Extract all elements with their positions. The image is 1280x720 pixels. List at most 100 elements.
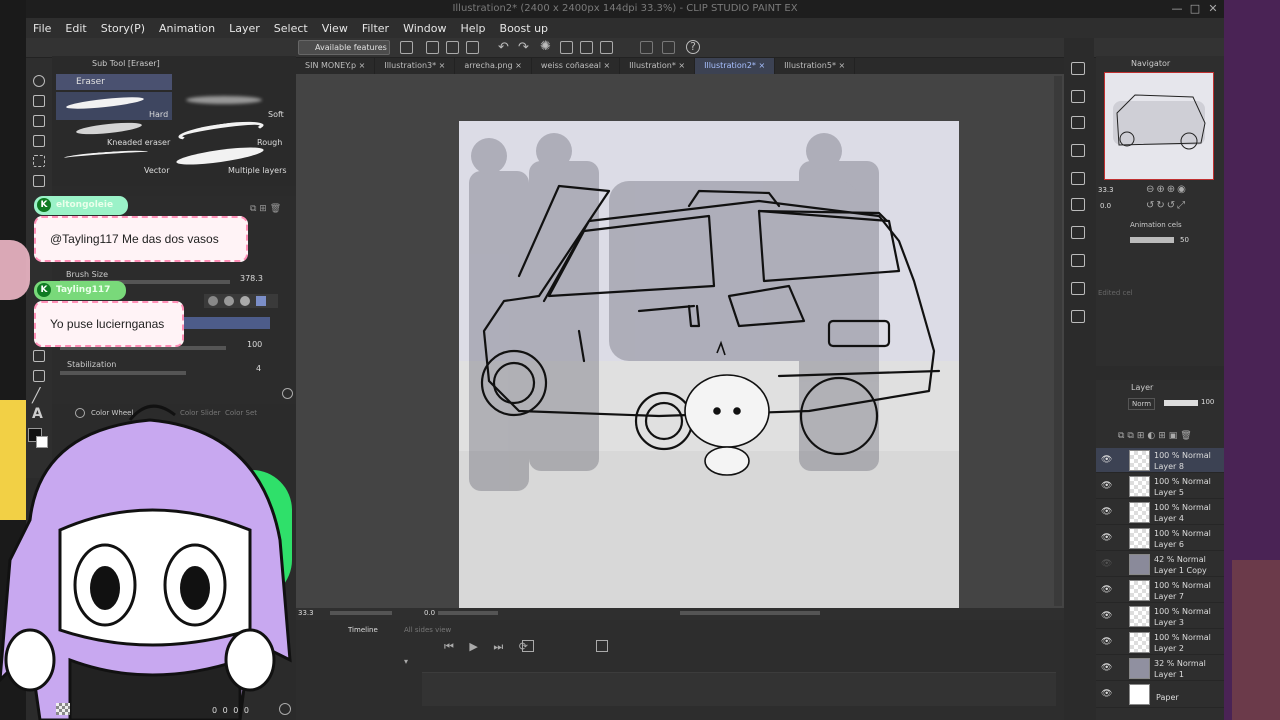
hardness-value[interactable]: 100 — [247, 340, 262, 349]
clear-icon[interactable] — [560, 41, 573, 54]
layer-row-7[interactable]: 👁 100 % Normal Layer 3 — [1096, 604, 1224, 629]
redo-icon[interactable]: ↷ — [518, 40, 529, 55]
eye-icon[interactable]: 👁 — [1101, 507, 1112, 517]
brush-tip-2[interactable] — [224, 296, 234, 306]
menu-animation[interactable]: Animation — [152, 22, 222, 35]
close-button[interactable]: ✕ — [1204, 0, 1222, 18]
eye-icon[interactable]: 👁 — [1101, 637, 1112, 647]
timeline-controls[interactable]: ⏮ ▶ ⏭ ⟳ — [444, 640, 534, 654]
auto-select-tool-icon[interactable] — [33, 175, 45, 187]
panel-icon-4[interactable] — [1071, 144, 1085, 157]
brush-size-value[interactable]: 378.3 — [240, 274, 263, 283]
brush-density-bar[interactable] — [180, 317, 270, 329]
onion-skin-opacity[interactable]: 50 — [1180, 236, 1189, 244]
menu-layer[interactable]: Layer — [222, 22, 267, 35]
eye-icon[interactable]: 👁 — [1101, 533, 1112, 543]
layer-row-6[interactable]: 👁 100 % Normal Layer 7 — [1096, 578, 1224, 603]
move-layer-tool-icon[interactable] — [33, 135, 45, 147]
layer-row-3[interactable]: 👁 100 % Normal Layer 4 — [1096, 500, 1224, 525]
tab-illustration5[interactable]: Illustration5* × — [775, 58, 856, 74]
eye-icon[interactable]: 👁 — [1101, 455, 1112, 465]
panel-icon-6[interactable] — [1071, 198, 1085, 211]
deselect-icon[interactable] — [640, 41, 653, 54]
canvas-vertical-scrollbar[interactable] — [1054, 76, 1062, 606]
menu-select[interactable]: Select — [267, 22, 315, 35]
eye-icon[interactable]: 👁 — [1101, 689, 1112, 699]
sub-tool-group-eraser[interactable]: Eraser — [56, 74, 172, 90]
layer-row-8[interactable]: 👁 100 % Normal Layer 2 — [1096, 630, 1224, 655]
new-file-icon[interactable] — [426, 41, 439, 54]
brush-tip-1[interactable] — [208, 296, 218, 306]
stabilization-value[interactable]: 4 — [256, 364, 261, 373]
eye-icon[interactable]: 👁 — [1101, 481, 1112, 491]
hand-tool-icon[interactable] — [33, 95, 45, 107]
menu-story[interactable]: Story(P) — [94, 22, 152, 35]
canvas-horizontal-scrollbar[interactable] — [680, 611, 820, 615]
open-icon[interactable] — [446, 41, 459, 54]
status-zoom-slider[interactable] — [330, 611, 392, 615]
timeline-track[interactable] — [422, 672, 1056, 706]
undo-icon[interactable]: ↶ — [498, 40, 509, 55]
layer-actions[interactable]: ⧉⧉⊞◐⊞▣🗑 — [1118, 431, 1195, 441]
navigator-rotation[interactable]: 0.0 — [1100, 202, 1111, 210]
panel-icon-2[interactable] — [1071, 90, 1085, 103]
stabilization-slider[interactable] — [60, 371, 186, 375]
panel-icon-3[interactable] — [1071, 116, 1085, 129]
tool-property-settings-icon[interactable] — [282, 388, 293, 399]
transparency-icon[interactable] — [56, 703, 70, 715]
operation-tool-icon[interactable] — [33, 115, 45, 127]
status-zoom[interactable]: 33.3 — [298, 609, 314, 617]
panel-icon-7[interactable] — [1071, 226, 1085, 239]
menu-filter[interactable]: Filter — [355, 22, 396, 35]
fill-tool-icon[interactable] — [33, 350, 45, 362]
gradient-tool-icon[interactable] — [33, 370, 45, 382]
navigator-rotate-controls[interactable]: ↺↻↺⤢ — [1146, 200, 1187, 211]
layer-opacity-value[interactable]: 100 — [1201, 398, 1214, 406]
tab-illustration2[interactable]: Illustration2* × — [695, 58, 776, 74]
selection-icon[interactable] — [662, 41, 675, 54]
navigator-zoom[interactable]: 33.3 — [1098, 186, 1114, 194]
save-icon[interactable] — [466, 41, 479, 54]
eye-icon[interactable]: 👁 — [1101, 611, 1112, 621]
status-rotation-slider[interactable] — [438, 611, 498, 615]
loading-icon[interactable]: ✺ — [540, 39, 551, 54]
brush-soft-stroke[interactable] — [186, 96, 262, 104]
available-features-button[interactable]: Available features — [298, 40, 390, 55]
navigator-preview[interactable] — [1104, 72, 1214, 180]
fill-icon[interactable] — [580, 41, 593, 54]
menu-boost-up[interactable]: Boost up — [493, 22, 556, 35]
maximize-button[interactable]: □ — [1186, 0, 1204, 18]
layer-row-9[interactable]: 👁 32 % Normal Layer 1 — [1096, 656, 1224, 681]
panel-icon-10[interactable] — [1071, 310, 1085, 323]
new-icon[interactable] — [400, 41, 413, 54]
navigator-zoom-controls[interactable]: ⊖⊕⊕◉ — [1146, 184, 1188, 195]
menu-view[interactable]: View — [315, 22, 355, 35]
selection-tool-icon[interactable] — [33, 155, 45, 167]
layer-row-paper[interactable]: 👁 Paper — [1096, 682, 1224, 708]
eye-icon[interactable]: 👁 — [1101, 559, 1112, 569]
eye-icon[interactable]: 👁 — [1101, 585, 1112, 595]
minimize-button[interactable]: — — [1168, 0, 1186, 18]
menu-window[interactable]: Window — [396, 22, 453, 35]
help-icon[interactable]: ? — [686, 40, 700, 54]
timeline-cel-icon[interactable] — [596, 640, 608, 652]
status-rotation[interactable]: 0.0 — [424, 609, 435, 617]
menu-edit[interactable]: Edit — [58, 22, 93, 35]
canvas[interactable] — [459, 121, 959, 608]
panel-icon-9[interactable] — [1071, 282, 1085, 295]
tab-illustration3[interactable]: Illustration3* × — [375, 58, 456, 74]
brush-tip-4[interactable] — [256, 296, 266, 306]
tab-arrecha[interactable]: arrecha.png × — [455, 58, 532, 74]
eye-icon[interactable]: 👁 — [1101, 663, 1112, 673]
panel-menu-icons[interactable]: ⧉ ⊞ 🗑 — [250, 204, 281, 214]
panel-icon-1[interactable] — [1071, 62, 1085, 75]
settings-icon[interactable] — [279, 703, 291, 715]
layer-row-5[interactable]: 👁 42 % Normal Layer 1 Copy — [1096, 552, 1224, 577]
tab-sin-money[interactable]: SIN MONEY.p × — [296, 58, 376, 74]
menu-help[interactable]: Help — [453, 22, 492, 35]
onion-skin-slider[interactable] — [1130, 237, 1174, 243]
tab-weiss[interactable]: weiss coñaseal × — [532, 58, 621, 74]
layer-row-4[interactable]: 👁 100 % Normal Layer 6 — [1096, 526, 1224, 551]
brush-tip-3[interactable] — [240, 296, 250, 306]
layer-row-1[interactable]: 👁 100 % Normal Layer 8 — [1096, 448, 1224, 473]
